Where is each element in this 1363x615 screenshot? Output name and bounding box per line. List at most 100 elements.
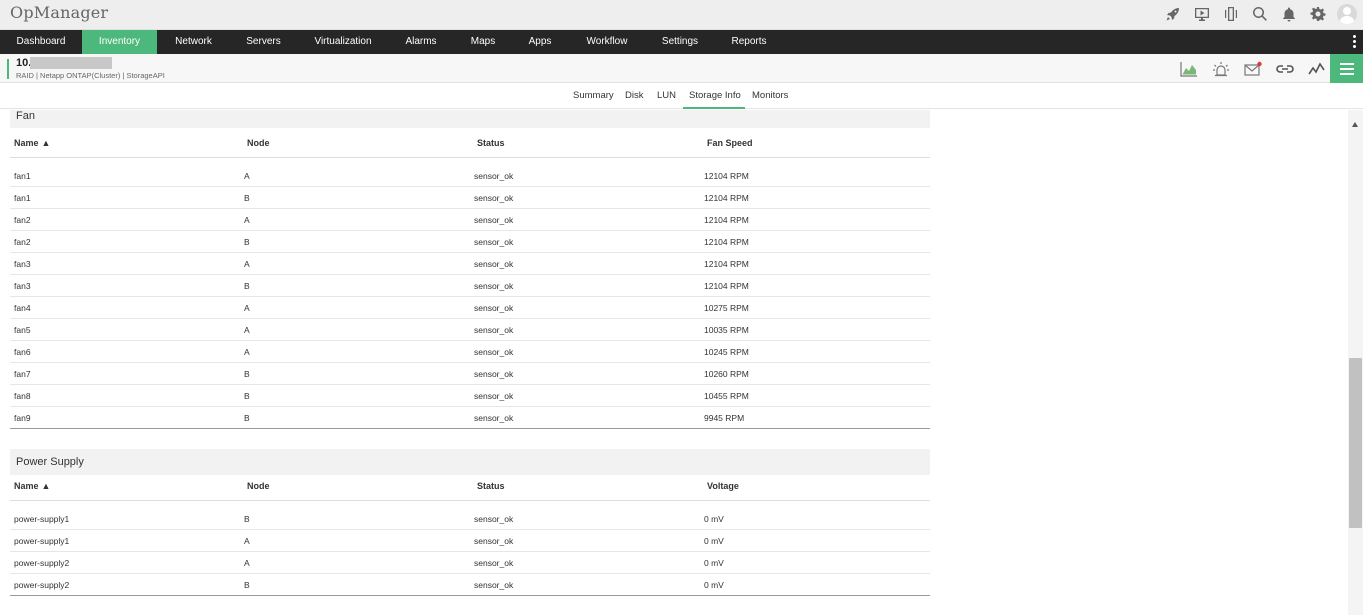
table-row: fan1 Bsensor_ok 12104 RPM [10, 187, 930, 209]
nav-dashboard[interactable]: Dashboard [0, 30, 82, 54]
tab-lun[interactable]: LUN [657, 90, 676, 109]
nav-servers[interactable]: Servers [230, 30, 297, 54]
cell-node: B [244, 580, 250, 590]
cell-status: sensor_ok [474, 580, 514, 590]
cell-status: sensor_ok [474, 391, 514, 401]
power-table-header: Name ▲ Node Status Voltage [10, 481, 930, 501]
nav-network[interactable]: Network [157, 30, 230, 54]
fan-section-header: Fan [10, 110, 930, 128]
cell-value: 10455 RPM [704, 391, 749, 401]
cell-name: power-supply1 [14, 514, 70, 524]
nav-apps[interactable]: Apps [513, 30, 567, 54]
device-subtitle: RAID | Netapp ONTAP(Cluster) | StorageAP… [16, 71, 165, 80]
table-row: fan8 Bsensor_ok 10455 RPM [10, 385, 930, 407]
tab-disk[interactable]: Disk [625, 90, 643, 109]
nav-maps[interactable]: Maps [453, 30, 513, 54]
gear-icon[interactable] [1308, 4, 1328, 24]
area-chart-icon[interactable] [1179, 60, 1199, 78]
nav-workflow[interactable]: Workflow [567, 30, 647, 54]
cell-value: 10035 RPM [704, 325, 749, 335]
bell-icon[interactable] [1279, 4, 1299, 24]
power-col-name-label: Name [14, 481, 39, 491]
cell-status: sensor_ok [474, 303, 514, 313]
cell-value: 9945 RPM [704, 413, 745, 423]
cell-node: B [244, 237, 250, 247]
cell-node: A [244, 347, 250, 357]
scrollbar-thumb[interactable] [1349, 358, 1362, 528]
power-col-name[interactable]: Name ▲ [14, 481, 50, 491]
cell-status: sensor_ok [474, 325, 514, 335]
table-row: power-supply2 Asensor_ok 0 mV [10, 552, 930, 574]
tab-monitors[interactable]: Monitors [752, 90, 788, 109]
table-row: power-supply1 Asensor_ok 0 mV [10, 530, 930, 552]
cell-value: 12104 RPM [704, 215, 749, 225]
cell-node: A [244, 215, 250, 225]
phone-vibrate-icon[interactable] [1221, 4, 1241, 24]
cell-status: sensor_ok [474, 369, 514, 379]
line-graph-icon[interactable] [1307, 60, 1327, 78]
power-col-voltage[interactable]: Voltage [707, 481, 739, 491]
power-col-node[interactable]: Node [247, 481, 270, 491]
table-row: power-supply1 Bsensor_ok 0 mV [10, 508, 930, 530]
fan-col-speed[interactable]: Fan Speed [707, 138, 753, 148]
cell-status: sensor_ok [474, 237, 514, 247]
cell-name: fan8 [14, 391, 31, 401]
table-row: fan9 Bsensor_ok 9945 RPM [10, 407, 930, 429]
device-status-indicator [7, 59, 9, 79]
table-row: fan4 Asensor_ok 10275 RPM [10, 297, 930, 319]
vertical-scrollbar[interactable] [1348, 110, 1363, 615]
cell-status: sensor_ok [474, 193, 514, 203]
cell-value: 12104 RPM [704, 171, 749, 181]
nav-settings[interactable]: Settings [647, 30, 713, 54]
cell-name: fan6 [14, 347, 31, 357]
cell-value: 0 mV [704, 558, 724, 568]
redacted-ip-mask [30, 57, 112, 69]
detail-tabs: Summary Disk LUN Storage Info Monitors [0, 84, 1363, 109]
search-icon[interactable] [1250, 4, 1270, 24]
link-icon[interactable] [1275, 60, 1295, 78]
mail-alert-icon[interactable] [1243, 60, 1263, 78]
tab-summary[interactable]: Summary [573, 90, 614, 109]
fan-section-title: Fan [16, 110, 35, 122]
table-row: fan3 Asensor_ok 12104 RPM [10, 253, 930, 275]
cell-node: B [244, 369, 250, 379]
power-col-status[interactable]: Status [477, 481, 505, 491]
fan-col-name[interactable]: Name ▲ [14, 138, 50, 148]
fan-col-node[interactable]: Node [247, 138, 270, 148]
cell-name: fan1 [14, 171, 31, 181]
rocket-icon[interactable] [1163, 4, 1183, 24]
cell-name: fan7 [14, 369, 31, 379]
top-header: OpManager [0, 0, 1363, 30]
main-nav: Dashboard Inventory Network Servers Virt… [0, 30, 1363, 54]
scroll-up-icon[interactable] [1352, 122, 1358, 127]
nav-virtualization[interactable]: Virtualization [297, 30, 389, 54]
power-section-header: Power Supply [10, 449, 930, 475]
nav-alarms[interactable]: Alarms [389, 30, 453, 54]
sort-icon: ▲ [41, 138, 51, 148]
cell-value: 12104 RPM [704, 193, 749, 203]
table-row: fan2 Asensor_ok 12104 RPM [10, 209, 930, 231]
cell-status: sensor_ok [474, 558, 514, 568]
more-options-icon[interactable] [1353, 35, 1357, 49]
cell-value: 12104 RPM [704, 237, 749, 247]
cell-value: 10260 RPM [704, 369, 749, 379]
cell-value: 0 mV [704, 514, 724, 524]
alarm-light-icon[interactable] [1211, 60, 1231, 78]
hamburger-menu-icon[interactable] [1330, 54, 1363, 83]
tab-storage-info[interactable]: Storage Info [683, 90, 745, 109]
app-logo[interactable]: OpManager [10, 3, 108, 22]
cell-name: fan3 [14, 259, 31, 269]
nav-inventory[interactable]: Inventory [82, 30, 157, 54]
cell-value: 0 mV [704, 536, 724, 546]
monitor-play-icon[interactable] [1192, 4, 1212, 24]
nav-reports[interactable]: Reports [713, 30, 785, 54]
cell-node: B [244, 193, 250, 203]
fan-col-status[interactable]: Status [477, 138, 505, 148]
cell-name: power-supply1 [14, 536, 70, 546]
cell-name: fan5 [14, 325, 31, 335]
table-row: fan7 Bsensor_ok 10260 RPM [10, 363, 930, 385]
cell-node: B [244, 514, 250, 524]
cell-value: 10275 RPM [704, 303, 749, 313]
user-avatar-icon[interactable] [1337, 4, 1357, 24]
cell-name: fan9 [14, 413, 31, 423]
